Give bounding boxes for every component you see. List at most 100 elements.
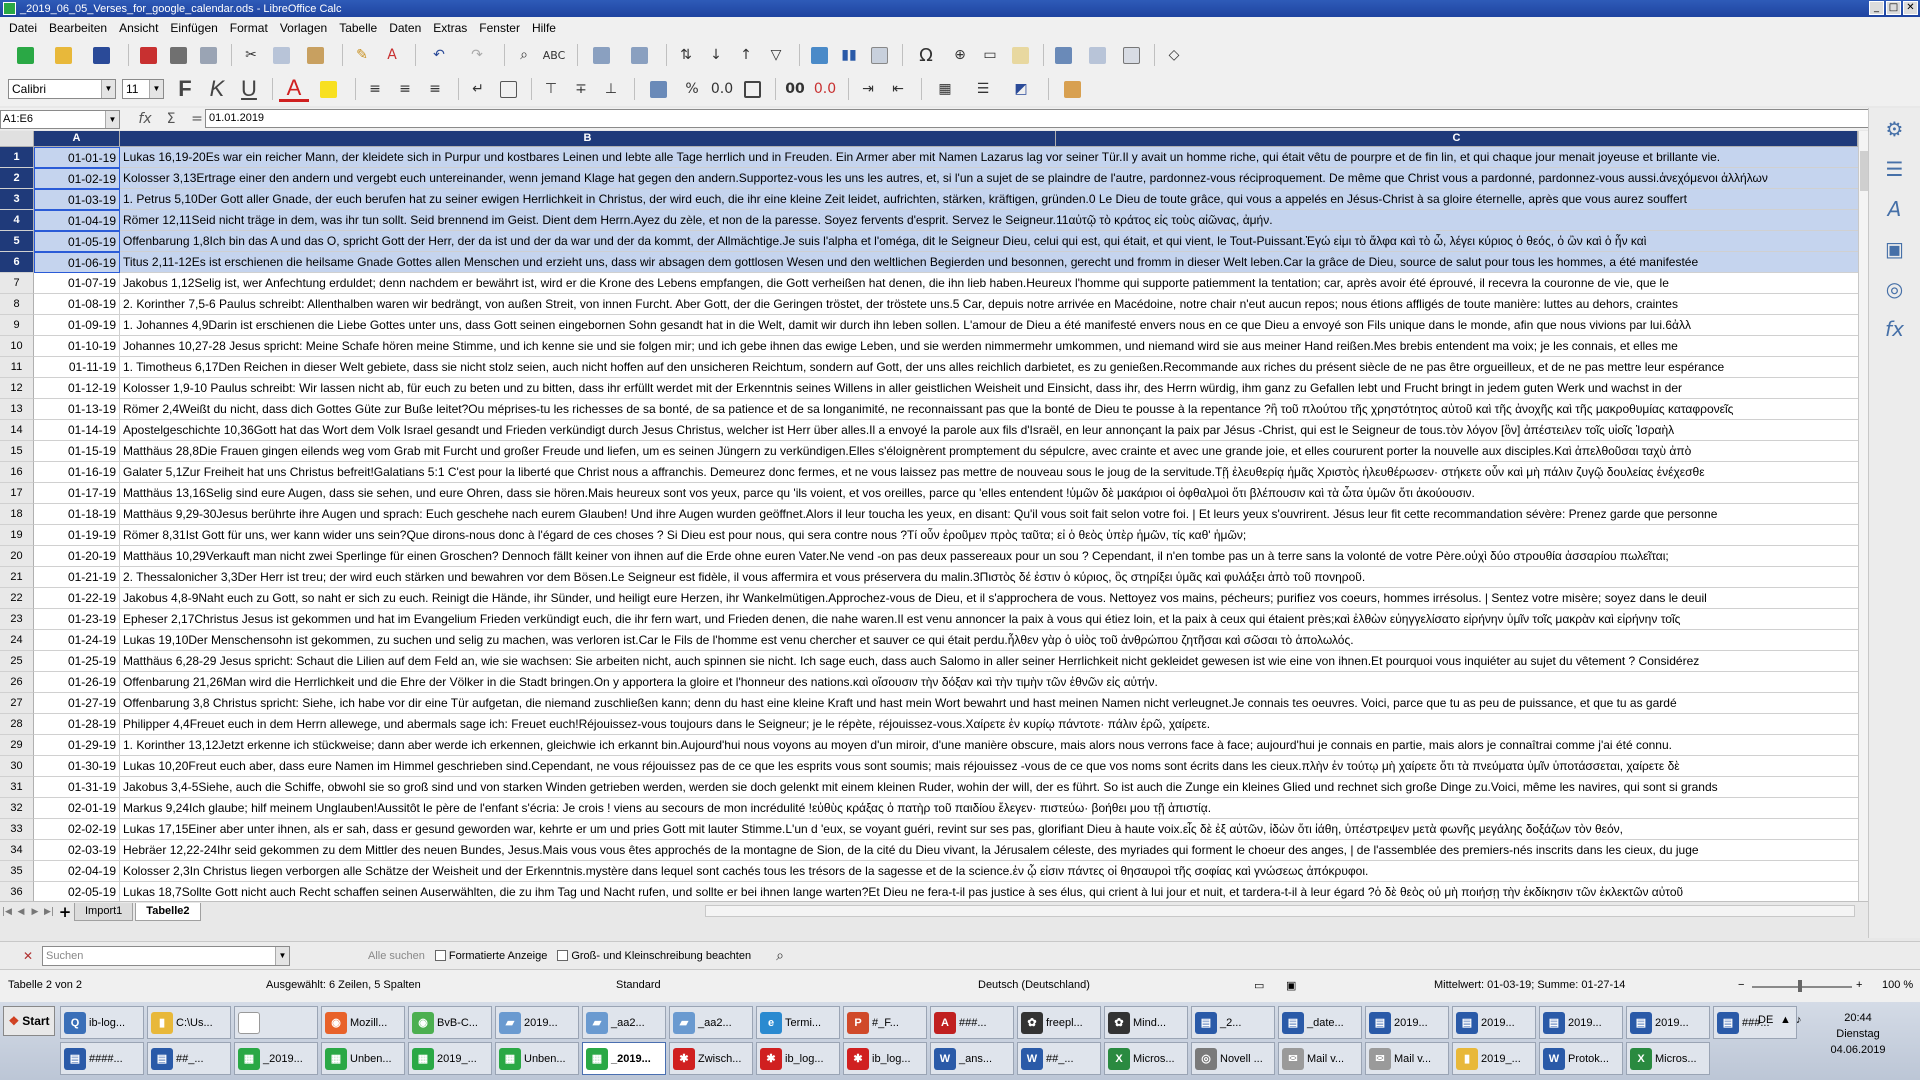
row-header[interactable]: 5 [0, 231, 34, 252]
open-button[interactable] [46, 43, 80, 67]
align-middle-button[interactable]: ∓ [568, 77, 594, 101]
verse-cell[interactable]: Epheser 2,17Christus Jesus ist gekommen … [120, 609, 1858, 630]
date-cell[interactable]: 01-29-19 [34, 735, 120, 756]
chevron-down-icon[interactable]: ▼ [149, 80, 163, 98]
chevron-down-icon[interactable]: ▼ [105, 110, 119, 128]
clear-formatting-button[interactable]: A [379, 43, 405, 67]
verse-cell[interactable]: 1. Timotheus 6,17Den Reichen in dieser W… [120, 357, 1858, 378]
status-page-style[interactable]: Standard [616, 979, 661, 991]
date-cell[interactable]: 01-20-19 [34, 546, 120, 567]
menu-vorlagen[interactable]: Vorlagen [274, 21, 333, 35]
font-color-button[interactable]: A [279, 76, 309, 102]
date-cell[interactable]: 01-19-19 [34, 525, 120, 546]
name-box[interactable]: A1:E6 ▼ [0, 109, 120, 129]
percent-format-button[interactable]: % [679, 77, 705, 101]
sheet-tab-import1[interactable]: Import1 [74, 902, 134, 921]
date-cell[interactable]: 01-03-19 [34, 189, 120, 210]
taskbar-item[interactable]: A ###... [930, 1006, 1014, 1039]
verse-cell[interactable]: Matthäus 10,29Verkauft man nicht zwei Sp… [120, 546, 1858, 567]
paste-button[interactable] [298, 43, 332, 67]
row-header[interactable]: 8 [0, 294, 34, 315]
special-character-button[interactable]: Ω [909, 43, 943, 67]
taskbar-item[interactable]: ◉ BvB-C... [408, 1006, 492, 1039]
highlight-color-button[interactable] [311, 77, 345, 101]
row-header[interactable]: 28 [0, 714, 34, 735]
zoom-out-icon[interactable]: − [1738, 979, 1744, 991]
taskbar-item[interactable]: ✉ Mail v... [1365, 1042, 1449, 1075]
row-header[interactable]: 17 [0, 483, 34, 504]
date-cell[interactable]: 01-22-19 [34, 588, 120, 609]
taskbar-item[interactable] [234, 1006, 318, 1039]
taskbar-item[interactable]: ▤ ##_... [147, 1042, 231, 1075]
verse-cell[interactable]: Römer 2,4Weißt du nicht, dass dich Gotte… [120, 399, 1858, 420]
row-header[interactable]: 33 [0, 819, 34, 840]
verse-cell[interactable]: Offenbarung 21,26Man wird die Herrlichke… [120, 672, 1858, 693]
currency-format-button[interactable] [641, 77, 675, 101]
date-cell[interactable]: 01-06-19 [34, 252, 120, 273]
row-header[interactable]: 34 [0, 840, 34, 861]
menu-daten[interactable]: Daten [383, 21, 427, 35]
row-header[interactable]: 16 [0, 462, 34, 483]
font-size-combo[interactable]: 11 ▼ [122, 79, 164, 99]
date-format-button[interactable] [739, 77, 765, 101]
print-preview-button[interactable] [195, 43, 221, 67]
taskbar-item[interactable]: ▰ _aa2... [582, 1006, 666, 1039]
border-style-button[interactable]: ☰ [966, 77, 1000, 101]
selection-mode-icon[interactable]: ▭ [1254, 979, 1264, 992]
date-cell[interactable]: 01-26-19 [34, 672, 120, 693]
taskbar-item[interactable]: ▰ 2019... [495, 1006, 579, 1039]
row-header[interactable]: 21 [0, 567, 34, 588]
taskbar-item[interactable]: ✱ Zwisch... [669, 1042, 753, 1075]
start-button[interactable]: ❖ Start [3, 1006, 55, 1036]
verse-cell[interactable]: Römer 8,31Ist Gott für uns, wer kann wid… [120, 525, 1858, 546]
date-cell[interactable]: 01-17-19 [34, 483, 120, 504]
date-cell[interactable]: 02-04-19 [34, 861, 120, 882]
taskbar-item[interactable]: W Protok... [1539, 1042, 1623, 1075]
taskbar-item[interactable]: ▦ _2019... [234, 1042, 318, 1075]
show-draw-functions-button[interactable]: ◇ [1161, 43, 1187, 67]
date-cell[interactable]: 01-30-19 [34, 756, 120, 777]
column-header-b[interactable]: B [120, 131, 1056, 147]
cut-button[interactable]: ✂ [238, 43, 264, 67]
date-cell[interactable]: 01-12-19 [34, 378, 120, 399]
date-cell[interactable]: 01-21-19 [34, 567, 120, 588]
menu-tabelle[interactable]: Tabelle [333, 21, 383, 35]
date-cell[interactable]: 01-08-19 [34, 294, 120, 315]
verse-cell[interactable]: Matthäus 9,29-30Jesus berührte ihre Auge… [120, 504, 1858, 525]
row-header[interactable]: 20 [0, 546, 34, 567]
verse-cell[interactable]: Johannes 10,27-28 Jesus spricht: Meine S… [120, 336, 1858, 357]
pivot-table-button[interactable] [866, 43, 892, 67]
row-header[interactable]: 11 [0, 357, 34, 378]
taskbar-item[interactable]: ✱ ib_log... [843, 1042, 927, 1075]
tray-chevron-icon[interactable]: ▲ [1780, 1014, 1791, 1026]
vertical-scrollbar[interactable] [1858, 131, 1868, 901]
zoom-in-icon[interactable]: + [1856, 979, 1862, 991]
taskbar-item[interactable]: ▰ _aa2... [669, 1006, 753, 1039]
input-language[interactable]: DE [1758, 1014, 1773, 1026]
taskbar-item[interactable]: X Micros... [1626, 1042, 1710, 1075]
date-cell[interactable]: 01-07-19 [34, 273, 120, 294]
verse-cell[interactable]: Jakobus 3,4-5Siehe, auch die Schiffe, ob… [120, 777, 1858, 798]
verse-cell[interactable]: Jakobus 4,8-9Naht euch zu Gott, so naht … [120, 588, 1858, 609]
verse-cell[interactable]: 1. Johannes 4,9Darin ist erschienen die … [120, 315, 1858, 336]
date-cell[interactable]: 01-02-19 [34, 168, 120, 189]
hyperlink-button[interactable]: ⊕ [947, 43, 973, 67]
row-header[interactable]: 31 [0, 777, 34, 798]
headers-footers-button[interactable] [1007, 43, 1033, 67]
verse-cell[interactable]: Apostelgeschichte 10,36Gott hat das Wort… [120, 420, 1858, 441]
verse-cell[interactable]: Hebräer 12,22-24Ihr seid gekommen zu dem… [120, 840, 1858, 861]
menu-bearbeiten[interactable]: Bearbeiten [43, 21, 113, 35]
function-wizard-icon[interactable]: fx [132, 111, 158, 127]
row-header[interactable]: 2 [0, 168, 34, 189]
date-cell[interactable]: 02-01-19 [34, 798, 120, 819]
match-case-checkbox[interactable] [557, 950, 569, 961]
taskbar-item[interactable]: ▤ _2... [1191, 1006, 1275, 1039]
row-header[interactable]: 27 [0, 693, 34, 714]
verse-cell[interactable]: Galater 5,1Zur Freiheit hat uns Christus… [120, 462, 1858, 483]
menu-datei[interactable]: Datei [3, 21, 43, 35]
copy-button[interactable] [268, 43, 294, 67]
date-cell[interactable]: 01-18-19 [34, 504, 120, 525]
insert-image-button[interactable] [806, 43, 832, 67]
prev-sheet-icon[interactable]: ◀ [14, 907, 28, 917]
taskbar-item[interactable]: ▦ _2019... [582, 1042, 666, 1075]
